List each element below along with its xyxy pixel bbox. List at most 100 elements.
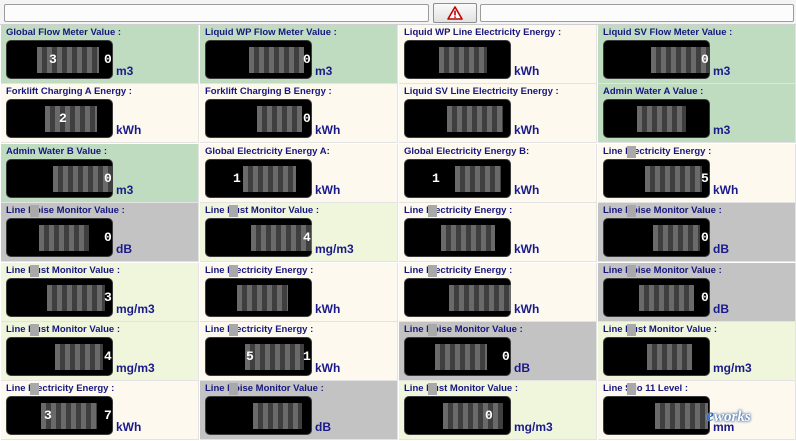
meter-unit: mg/m3: [713, 361, 752, 375]
meter-label: Global Electricity Energy A:: [205, 146, 330, 157]
meter-value-display: 51: [205, 337, 312, 376]
meter-unit: dB: [315, 420, 331, 434]
meter-tile[interactable]: Line Electricity Energy : kWh: [399, 263, 597, 322]
meter-tile[interactable]: Line Dust Monitor Value : 4 mg/m3: [1, 322, 199, 381]
meter-tile[interactable]: Forklift Charging A Energy : 2 kWh: [1, 84, 199, 143]
meter-value-display: [205, 396, 312, 435]
meter-grid: Global Flow Meter Value :3 0 m3 Liquid WP F…: [0, 25, 796, 441]
meter-label: Line Silo 11 Level :: [603, 383, 689, 394]
meter-label: Liquid WP Flow Meter Value :: [205, 27, 337, 38]
meter-tile[interactable]: Line Electricity Energy :5 1 kWh: [200, 322, 398, 381]
meter-label: Line Dust Monitor Value :: [205, 205, 320, 216]
meter-tile[interactable]: Liquid SV Flow Meter Value : 0 m3: [598, 25, 796, 84]
meter-tile[interactable]: Line Electricity Energy : kWh: [399, 203, 597, 262]
redacted-value: [449, 285, 511, 311]
value-digit: 0: [485, 408, 493, 423]
meter-unit: kWh: [116, 420, 142, 434]
meter-tile[interactable]: Line Electricity Energy : 5 kWh: [598, 144, 796, 203]
meter-tile[interactable]: Line Electricity Energy : kWh: [200, 263, 398, 322]
meter-tile[interactable]: Global Flow Meter Value :3 0 m3: [1, 25, 199, 84]
meter-label: Forklift Charging A Energy :: [6, 86, 132, 97]
meter-unit: kWh: [315, 183, 341, 197]
redaction-mask: [229, 265, 238, 277]
meter-unit: dB: [713, 302, 729, 316]
redacted-value: [257, 106, 302, 132]
meter-value-display: 2: [6, 99, 113, 138]
meter-label: Line Dust Monitor Value :: [6, 265, 121, 276]
meter-value-display: 0: [404, 337, 511, 376]
meter-label: Line Electricity Energy :: [205, 324, 314, 335]
meter-label: Forklift Charging B Energy :: [205, 86, 332, 97]
meter-value-display: 30: [6, 40, 113, 79]
meter-label: Liquid SV Flow Meter Value :: [603, 27, 733, 38]
meter-label: Liquid WP Line Electricity Energy :: [404, 27, 562, 38]
top-toolbar: [0, 0, 796, 25]
redaction-mask: [30, 383, 39, 395]
meter-unit: kWh: [116, 123, 142, 137]
meter-label: Line Electricity Energy :: [404, 205, 513, 216]
redacted-value: [443, 403, 503, 429]
value-digit: 3: [49, 52, 57, 67]
value-digit: 0: [104, 230, 112, 245]
alarm-button[interactable]: [433, 3, 477, 23]
status-field-left[interactable]: [4, 4, 429, 22]
meter-tile[interactable]: Line Noise Monitor Value : 0 dB: [1, 203, 199, 262]
meter-tile[interactable]: Line Dust Monitor Value : 3 mg/m3: [1, 263, 199, 322]
meter-tile[interactable]: Liquid SV Line Electricity Energy : kWh: [399, 84, 597, 143]
meter-tile[interactable]: Line Noise Monitor Value : 0 dB: [598, 263, 796, 322]
redacted-value: [647, 344, 692, 370]
meter-tile[interactable]: Line Noise Monitor Value : dB: [200, 381, 398, 440]
value-digit: 1: [303, 349, 311, 364]
redacted-value: [47, 285, 105, 311]
status-field-right[interactable]: [480, 4, 794, 22]
value-digit: 1: [432, 171, 440, 186]
meter-tile[interactable]: Line Noise Monitor Value : 0 dB: [598, 203, 796, 262]
redacted-value: [439, 47, 487, 73]
meter-value-display: [404, 40, 511, 79]
meter-tile[interactable]: Forklift Charging B Energy : 0 kWh: [200, 84, 398, 143]
value-digit: 0: [701, 230, 709, 245]
redacted-value: [447, 106, 503, 132]
meter-value-display: 0: [603, 218, 710, 257]
meter-tile[interactable]: Line Noise Monitor Value : 0 dB: [399, 322, 597, 381]
meter-tile[interactable]: Liquid WP Line Electricity Energy : kWh: [399, 25, 597, 84]
redaction-mask: [428, 324, 437, 336]
meter-value-display: 0: [6, 159, 113, 198]
meter-value-display: [603, 396, 710, 435]
redaction-mask: [627, 383, 636, 395]
meter-value-display: 0: [205, 99, 312, 138]
meter-label: Global Flow Meter Value :: [6, 27, 122, 38]
meter-value-display: 1: [404, 159, 511, 198]
meter-tile[interactable]: Line Dust Monitor Value : 4 mg/m3: [200, 203, 398, 262]
meter-tile[interactable]: Liquid WP Flow Meter Value : 0 m3: [200, 25, 398, 84]
meter-value-display: 4: [6, 337, 113, 376]
meter-tile[interactable]: Line Silo 11 Level : mm: [598, 381, 796, 440]
redaction-mask: [229, 324, 238, 336]
meter-tile[interactable]: Line Electricity Energy :3 7 kWh: [1, 381, 199, 440]
meter-value-display: 0: [205, 40, 312, 79]
redacted-value: [55, 344, 103, 370]
meter-tile[interactable]: Global Electricity Energy B: 1 kWh: [399, 144, 597, 203]
meter-tile[interactable]: Line Dust Monitor Value : 0 mg/m3: [399, 381, 597, 440]
redacted-value: [655, 403, 708, 429]
meter-value-display: [603, 99, 710, 138]
meter-label: Line Noise Monitor Value :: [603, 205, 722, 216]
meter-tile[interactable]: Global Electricity Energy A: 1 kWh: [200, 144, 398, 203]
meter-value-display: 1: [205, 159, 312, 198]
watermark-logo: eworks: [706, 405, 751, 425]
meter-unit: m3: [713, 123, 731, 137]
redaction-mask: [428, 265, 437, 277]
meter-tile[interactable]: Admin Water B Value : 0 m3: [1, 144, 199, 203]
redaction-mask: [30, 324, 39, 336]
meter-label: Line Noise Monitor Value :: [6, 205, 125, 216]
redacted-value: [249, 47, 304, 73]
redaction-mask: [229, 383, 238, 395]
redaction-mask: [229, 205, 238, 217]
meter-tile[interactable]: Line Dust Monitor Value : mg/m3: [598, 322, 796, 381]
value-digit: 0: [104, 171, 112, 186]
value-digit: 4: [104, 349, 112, 364]
meter-tile[interactable]: Admin Water A Value : m3: [598, 84, 796, 143]
meter-unit: mg/m3: [315, 242, 354, 256]
meter-value-display: 5: [603, 159, 710, 198]
redacted-value: [45, 106, 97, 132]
